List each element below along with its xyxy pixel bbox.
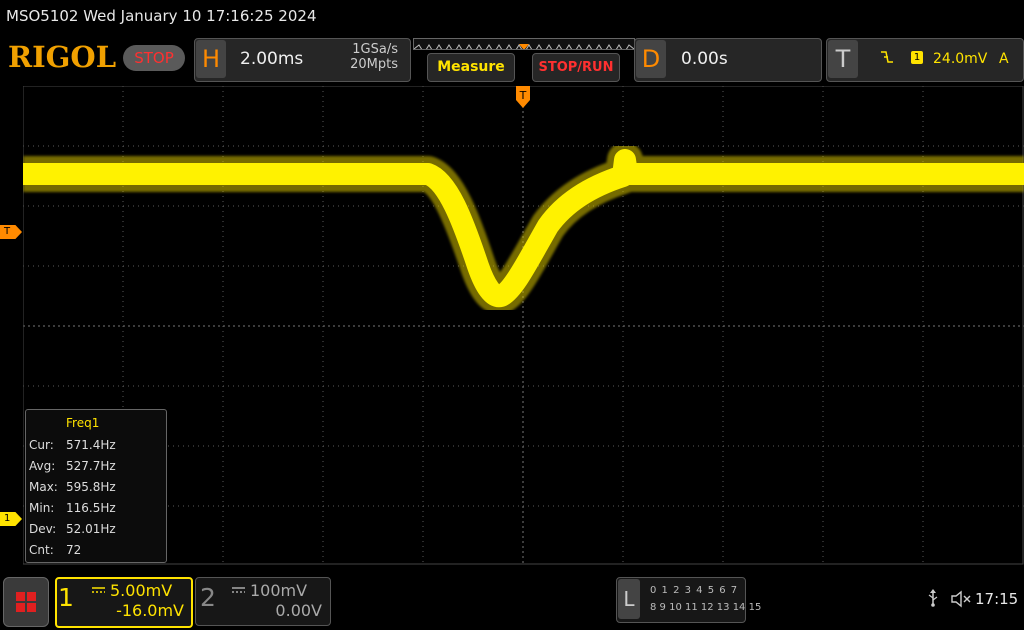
ch1-scale: 5.00mV — [110, 581, 173, 600]
logic-channels-low: 0 1 2 3 4 5 6 7 — [650, 585, 739, 596]
waveform-display[interactable] — [23, 86, 1024, 565]
meas-value-min: 116.5Hz — [66, 501, 116, 515]
meas-value-avg: 527.7Hz — [66, 459, 116, 473]
meas-label-avg: Avg: — [29, 459, 56, 473]
trigger-position-marker-icon[interactable]: T — [515, 86, 531, 110]
logic-channels-high: 8 9 10 11 12 13 14 15 — [650, 602, 762, 613]
device-datetime: MSO5102 Wed January 10 17:16:25 2024 — [6, 7, 317, 25]
meas-label-cnt: Cnt: — [29, 543, 54, 557]
logic-letter: L — [618, 579, 640, 619]
memory-position-strip — [413, 38, 635, 50]
grid-menu-icon — [16, 592, 36, 612]
delay-letter: D — [636, 40, 666, 78]
meas-value-dev: 52.01Hz — [66, 522, 116, 536]
sample-rate: 1GSa/s — [352, 42, 398, 57]
trigger-letter: T — [828, 40, 858, 78]
dc-coupling-icon — [92, 587, 105, 593]
dc-coupling-icon — [232, 587, 245, 593]
meas-label-dev: Dev: — [29, 522, 57, 536]
trigger-level-marker[interactable]: T — [0, 225, 22, 239]
status-clock: 17:15 — [975, 590, 1019, 608]
run-state-indicator[interactable]: STOP — [123, 45, 185, 71]
meas-label-cur: Cur: — [29, 438, 54, 452]
speaker-muted-icon[interactable] — [951, 590, 973, 612]
rigol-logo: RIGOL — [8, 40, 117, 74]
sample-info: 1GSa/s 20Mpts — [318, 42, 398, 72]
ch2-offset: 0.00V — [275, 601, 322, 620]
ch2-scale: 100mV — [250, 581, 308, 600]
ch1-offset: -16.0mV — [116, 601, 184, 620]
measure-button[interactable]: Measure — [427, 53, 515, 82]
ch1-ground-marker[interactable]: 1 — [0, 512, 22, 526]
svg-text:T: T — [519, 89, 527, 102]
ch1-number: 1 — [58, 583, 74, 612]
meas-label-min: Min: — [29, 501, 55, 515]
trigger-source-badge: 1 — [911, 51, 923, 64]
meas-value-cur: 571.4Hz — [66, 438, 116, 452]
meas-value-max: 595.8Hz — [66, 480, 116, 494]
measure-button-label: Measure — [437, 59, 505, 75]
horizontal-letter: H — [196, 40, 226, 78]
meas-label-max: Max: — [29, 480, 58, 494]
stop-run-button[interactable]: STOP/RUN — [532, 53, 620, 82]
ch1-waveform — [23, 142, 1024, 315]
trigger-level: 24.0mV — [933, 51, 988, 67]
measurement-title: Freq1 — [66, 416, 100, 430]
meas-value-cnt: 72 — [66, 543, 82, 557]
usb-icon — [927, 589, 939, 611]
timebase-value: 2.00ms — [240, 49, 304, 69]
memory-strip-pattern-icon — [414, 44, 634, 49]
falling-edge-icon — [880, 49, 894, 69]
stop-run-button-label: STOP/RUN — [538, 60, 614, 75]
ch2-number: 2 — [200, 583, 216, 612]
memory-depth: 20Mpts — [350, 57, 398, 72]
home-menu-button[interactable] — [3, 577, 49, 627]
delay-value: 0.00s — [681, 49, 728, 69]
trigger-mode: A — [999, 51, 1009, 67]
